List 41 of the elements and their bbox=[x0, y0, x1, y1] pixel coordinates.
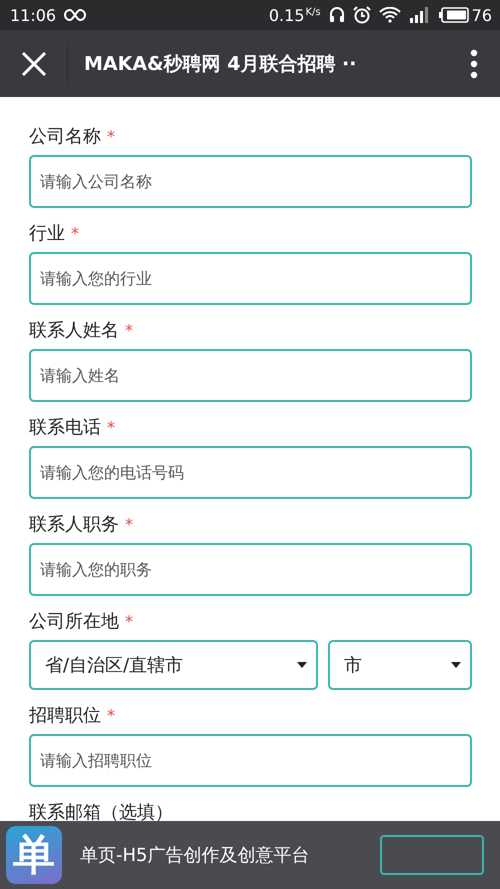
alarm-clock-icon bbox=[352, 6, 371, 24]
speed-unit: K/s bbox=[306, 6, 321, 18]
input-field[interactable]: 请输入姓名 bbox=[29, 349, 472, 402]
required-mark: * bbox=[125, 320, 133, 340]
field-label: 行业 bbox=[29, 222, 65, 245]
input-field[interactable]: 请输入公司名称 bbox=[29, 155, 472, 208]
app-logo: 单 bbox=[6, 826, 62, 884]
caret-icon bbox=[451, 662, 461, 668]
field-label: 联系人职务 bbox=[29, 513, 119, 536]
dropdown[interactable]: 市 bbox=[328, 640, 472, 690]
field-label: 公司所在地 bbox=[29, 610, 119, 633]
signal-icon bbox=[408, 7, 431, 23]
page-title: MAKA&秒聘网 4月联合招聘 ·· bbox=[84, 52, 358, 76]
input-field[interactable]: 请输入您的电话号码 bbox=[29, 446, 472, 499]
field-label: 联系人姓名 bbox=[29, 319, 119, 342]
field-label: 招聘职位 bbox=[29, 704, 101, 727]
wifi-icon bbox=[378, 7, 401, 23]
input-field[interactable]: 请输入您的职务 bbox=[29, 543, 472, 596]
banner-button[interactable] bbox=[380, 835, 484, 875]
network-speed: 0.15 bbox=[268, 6, 304, 24]
headphones-icon bbox=[328, 6, 345, 24]
required-mark: * bbox=[107, 126, 115, 146]
required-mark: * bbox=[71, 224, 79, 242]
battery-level: 76 bbox=[472, 6, 492, 24]
field-label: 联系邮箱（选填） bbox=[29, 801, 173, 821]
banner-text: 单页-H5广告创作及创意平台 bbox=[80, 844, 310, 867]
required-mark: * bbox=[125, 514, 133, 534]
required-mark: * bbox=[107, 706, 115, 724]
field-label: 公司名称 bbox=[29, 125, 101, 148]
caret-icon bbox=[297, 662, 307, 668]
infinity-icon bbox=[64, 8, 86, 22]
input-field[interactable]: 请输入您的行业 bbox=[29, 252, 472, 305]
dropdown[interactable]: 省/自治区/直辖市 bbox=[29, 640, 318, 690]
clock-time: 11:06 bbox=[10, 6, 56, 24]
required-mark: * bbox=[125, 612, 133, 630]
more-icon[interactable] bbox=[470, 48, 478, 78]
required-mark: * bbox=[107, 418, 115, 436]
battery-icon bbox=[438, 7, 469, 23]
input-field[interactable]: 请输入招聘职位 bbox=[29, 734, 472, 787]
field-label: 联系电话 bbox=[29, 416, 101, 439]
close-icon[interactable] bbox=[21, 50, 47, 76]
